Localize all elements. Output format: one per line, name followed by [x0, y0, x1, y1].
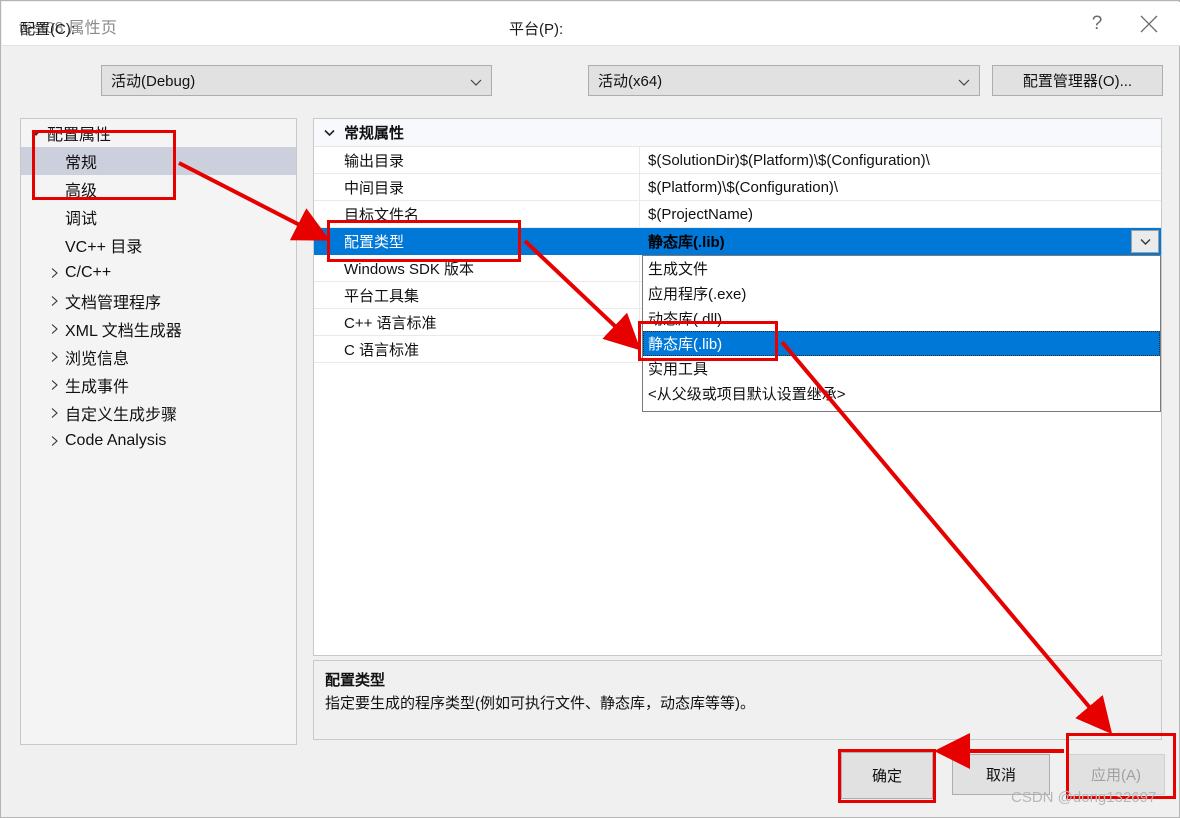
chevron-right-icon	[43, 436, 65, 446]
dropdown-option[interactable]: 实用工具	[643, 356, 1160, 381]
config-combobox-value: 活动(Debug)	[111, 73, 196, 90]
property-grid-section-header[interactable]: 常规属性	[314, 119, 1161, 147]
title-bar: test08 属性页 ?	[2, 2, 1180, 46]
tree-item-10[interactable]: 自定义生成步骤	[21, 399, 296, 427]
property-name: 输出目录	[314, 147, 640, 173]
tree-item-1[interactable]: 常规	[21, 147, 296, 175]
platform-combobox[interactable]: 活动(x64)	[588, 65, 980, 96]
property-row[interactable]: 输出目录 $(SolutionDir)$(Platform)\$(Configur…	[314, 147, 1161, 174]
tree-item-label: 浏览信息	[65, 351, 130, 368]
watermark: CSDN @dong132697	[1011, 789, 1157, 806]
help-icon[interactable]: ?	[1074, 2, 1120, 46]
property-value[interactable]: 静态库(.lib)	[640, 228, 1161, 254]
property-name: C++ 语言标准	[314, 309, 640, 335]
tree-item-label: 文档管理程序	[65, 295, 162, 312]
dropdown-option[interactable]: 应用程序(.exe)	[643, 281, 1160, 306]
dropdown-option[interactable]: 动态库(.dll)	[643, 306, 1160, 331]
tree-item-11[interactable]: Code Analysis	[21, 427, 296, 455]
tree-item-label: 自定义生成步骤	[65, 407, 178, 424]
property-value[interactable]: $(SolutionDir)$(Platform)\$(Configuratio…	[640, 147, 1161, 173]
dropdown-option[interactable]: 生成文件	[643, 256, 1160, 281]
chevron-right-icon	[43, 324, 65, 334]
tree-item-0[interactable]: 配置属性	[21, 119, 296, 147]
tree-item-5[interactable]: C/C++	[21, 259, 296, 287]
tree-item-7[interactable]: XML 文档生成器	[21, 315, 296, 343]
property-name: 平台工具集	[314, 282, 640, 308]
tree-item-label: C/C++	[65, 264, 112, 281]
tree-item-label: 生成事件	[65, 379, 130, 396]
description-body: 指定要生成的程序类型(例如可执行文件、静态库，动态库等等)。	[325, 695, 755, 712]
property-name: 配置类型	[344, 233, 405, 251]
tree-item-label: 常规	[65, 155, 98, 172]
tree-item-2[interactable]: 高级	[21, 175, 296, 203]
chevron-down-icon	[25, 128, 47, 138]
description-title: 配置类型	[325, 672, 386, 689]
property-value-dropdown-button[interactable]	[1131, 230, 1159, 253]
description-pane: 配置类型 指定要生成的程序类型(例如可执行文件、静态库，动态库等等)。	[313, 660, 1162, 740]
dropdown-option[interactable]: <从父级或项目默认设置继承>	[643, 381, 1160, 406]
tree-item-label: 调试	[65, 211, 98, 228]
chevron-right-icon	[43, 296, 65, 306]
tree-item-9[interactable]: 生成事件	[21, 371, 296, 399]
property-tree[interactable]: 配置属性常规高级调试 VC++ 目录 C/C++ 文档管理程序 XML 文档生成器 浏览信…	[20, 118, 297, 745]
chevron-right-icon	[43, 268, 65, 278]
property-grid-section-title: 常规属性	[344, 125, 405, 142]
close-icon[interactable]	[1126, 2, 1172, 46]
platform-combobox-value: 活动(x64)	[598, 73, 663, 90]
platform-label: 平台(P):	[509, 21, 564, 38]
tree-item-4[interactable]: VC++ 目录	[21, 231, 296, 259]
chevron-right-icon	[43, 408, 65, 418]
tree-item-label: Code Analysis	[65, 432, 167, 449]
config-label: 配置(C):	[20, 21, 75, 38]
tree-item-6[interactable]: 文档管理程序	[21, 287, 296, 315]
property-row[interactable]: 目标文件名 $(ProjectName)	[314, 201, 1161, 228]
property-row[interactable]: 配置类型 静态库(.lib)	[314, 228, 1161, 255]
property-name: 目标文件名	[314, 201, 640, 227]
configuration-type-dropdown-list[interactable]: 生成文件 应用程序(.exe) 动态库(.dll) 静态库(.lib) 实用工具 <从父级…	[642, 255, 1161, 412]
tree-item-label: 配置属性	[47, 127, 112, 144]
property-name: Windows SDK 版本	[314, 255, 640, 281]
chevron-down-icon	[314, 126, 344, 139]
property-pages-dialog: test08 属性页 ? 配置(C): 活动(Debug) 平台(P): 活动(…	[0, 0, 1180, 818]
property-value[interactable]: $(Platform)\$(Configuration)\	[640, 174, 1161, 200]
property-value[interactable]: $(ProjectName)	[640, 201, 1161, 227]
chevron-right-icon	[43, 380, 65, 390]
property-name: C 语言标准	[314, 336, 640, 362]
property-name: 中间目录	[314, 174, 640, 200]
chevron-down-icon	[958, 75, 970, 87]
dropdown-option[interactable]: 静态库(.lib)	[643, 331, 1160, 356]
tree-item-8[interactable]: 浏览信息	[21, 343, 296, 371]
chevron-right-icon	[43, 352, 65, 362]
configuration-manager-button[interactable]: 配置管理器(O)...	[992, 65, 1163, 96]
tree-item-label: 高级	[65, 183, 98, 200]
property-row[interactable]: 中间目录 $(Platform)\$(Configuration)\	[314, 174, 1161, 201]
chevron-down-icon	[470, 75, 482, 87]
ok-button[interactable]: 确定	[841, 752, 933, 799]
tree-item-label: VC++ 目录	[65, 239, 143, 256]
tree-item-label: XML 文档生成器	[65, 323, 182, 340]
config-combobox[interactable]: 活动(Debug)	[101, 65, 492, 96]
tree-item-3[interactable]: 调试	[21, 203, 296, 231]
